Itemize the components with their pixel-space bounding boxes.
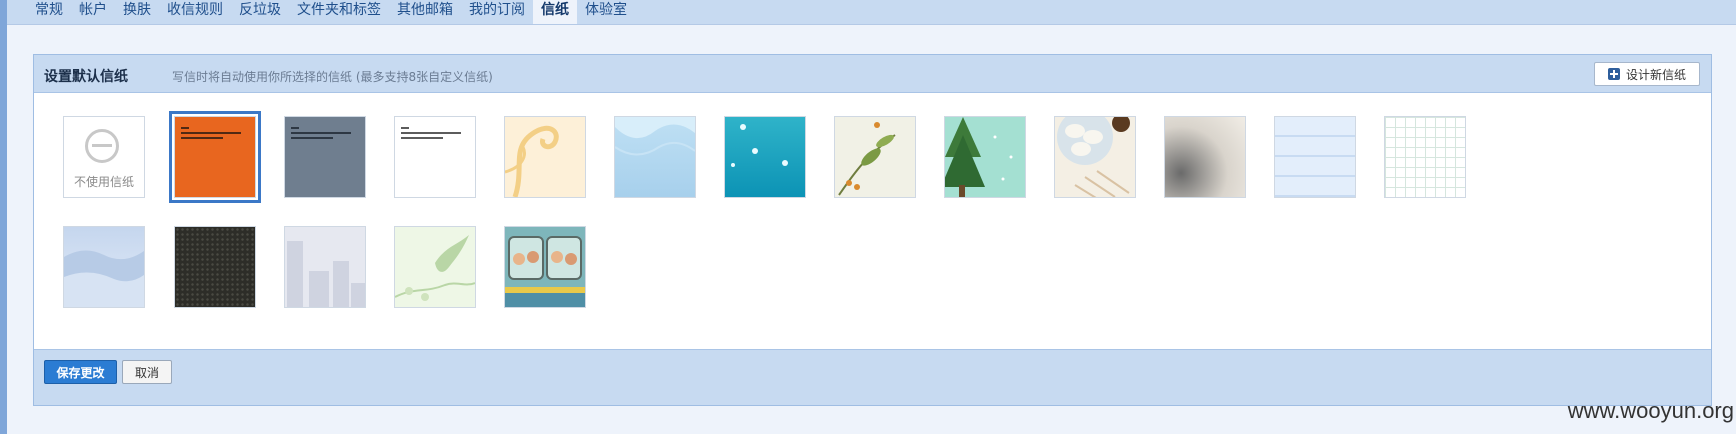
snow-pattern <box>731 124 788 167</box>
stationery-city-skyline-tile[interactable] <box>284 226 366 308</box>
wave-pattern <box>615 117 695 156</box>
stationery-train-tile[interactable] <box>504 226 586 308</box>
skyline-pattern <box>287 241 365 307</box>
save-changes-button[interactable]: 保存更改 <box>44 360 117 384</box>
panel-footer: 保存更改 取消 <box>34 349 1711 405</box>
stationery-blue-lined-tile[interactable] <box>1274 116 1356 198</box>
stationery-cream-swirl-tile[interactable] <box>504 116 586 198</box>
stationery-christmas-tree-tile[interactable] <box>944 116 1026 198</box>
train-window-pattern <box>505 227 585 307</box>
stationery-mist-mountains-tile[interactable] <box>63 226 145 308</box>
swirl-pattern <box>505 125 559 197</box>
hummingbird-pattern <box>395 235 475 301</box>
tab-other-mailboxes[interactable]: 其他邮箱 <box>389 0 461 24</box>
stationery-grid: 不使用信纸 <box>34 93 1711 349</box>
no-stationery-label: 不使用信纸 <box>73 175 134 189</box>
stationery-plain-white-tile[interactable] <box>394 116 476 198</box>
watermark: www.wooyun.org <box>1567 398 1734 423</box>
christmas-tree-pattern <box>945 117 1013 197</box>
letter-text-preview <box>401 127 469 142</box>
tab-general[interactable]: 常规 <box>27 0 71 24</box>
tab-account[interactable]: 帐户 <box>71 0 115 24</box>
stationery-none-tile[interactable]: 不使用信纸 <box>63 116 145 198</box>
stationery-teal-snow-tile[interactable] <box>724 116 806 198</box>
stationery-branch-tile[interactable] <box>834 116 916 198</box>
no-stationery-icon <box>85 129 119 163</box>
stationery-fur-tile[interactable] <box>1164 116 1246 198</box>
letter-text-preview <box>291 127 359 142</box>
stationery-hummingbird-tile[interactable] <box>394 226 476 308</box>
cancel-button[interactable]: 取消 <box>122 360 172 384</box>
letter-text-preview <box>181 127 249 142</box>
mountain-pattern <box>64 250 144 307</box>
stationery-dumplings-tile[interactable] <box>1054 116 1136 198</box>
panel-hint: 写信时将自动使用你所选择的信纸 (最多支持8张自定义信纸) <box>172 70 493 84</box>
stationery-dark-leather-tile[interactable] <box>174 226 256 308</box>
tab-folders-labels[interactable]: 文件夹和标签 <box>289 0 389 24</box>
stationery-orange-tile[interactable] <box>169 111 261 203</box>
panel-header: 设置默认信纸 写信时将自动使用你所选择的信纸 (最多支持8张自定义信纸) 设计新… <box>34 55 1711 93</box>
tab-subscriptions[interactable]: 我的订阅 <box>461 0 533 24</box>
plus-icon <box>1607 68 1620 80</box>
tab-mail-rules[interactable]: 收信规则 <box>159 0 231 24</box>
tab-stationery[interactable]: 信纸 <box>533 0 577 24</box>
settings-tab-bar: 常规 帐户 换肤 收信规则 反垃圾 文件夹和标签 其他邮箱 我的订阅 信纸 体验… <box>7 0 1736 25</box>
stationery-slate-tile[interactable] <box>284 116 366 198</box>
tab-lab[interactable]: 体验室 <box>577 0 635 24</box>
stationery-settings-panel: 设置默认信纸 写信时将自动使用你所选择的信纸 (最多支持8张自定义信纸) 设计新… <box>33 54 1712 406</box>
tab-anti-spam[interactable]: 反垃圾 <box>231 0 289 24</box>
left-edge-bar <box>0 0 7 434</box>
design-button-label: 设计新信纸 <box>1625 67 1686 82</box>
design-new-stationery-button[interactable]: 设计新信纸 <box>1594 62 1700 86</box>
branch-pattern <box>838 122 896 196</box>
stationery-grid-paper-tile[interactable] <box>1384 116 1466 198</box>
panel-title: 设置默认信纸 <box>44 69 128 85</box>
tab-skin[interactable]: 换肤 <box>115 0 159 24</box>
stationery-blue-waves-tile[interactable] <box>614 116 696 198</box>
settings-tabs: 常规 帐户 换肤 收信规则 反垃圾 文件夹和标签 其他邮箱 我的订阅 信纸 体验… <box>27 0 635 24</box>
dumplings-pattern <box>1057 117 1130 197</box>
